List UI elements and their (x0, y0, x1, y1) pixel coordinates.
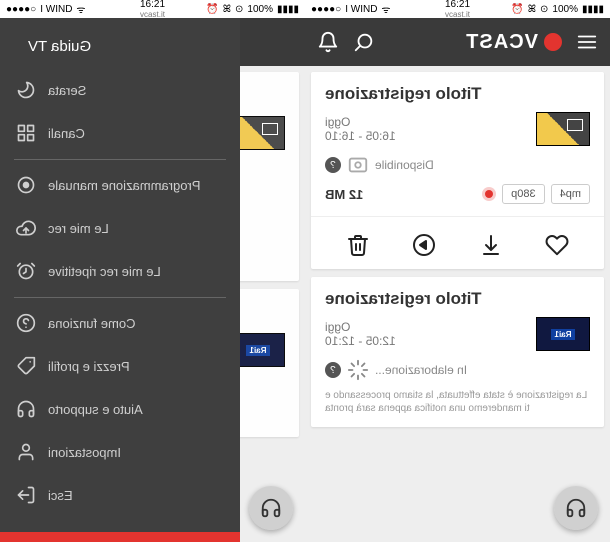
favorite-button[interactable] (545, 233, 569, 257)
drawer-item-come-funziona[interactable]: Come funziona (14, 302, 226, 345)
drawer-item-impostazioni[interactable]: Impostazioni (14, 431, 226, 474)
processing-message: La registrazione è stata effettuata, la … (325, 389, 590, 415)
recording-title: Titolo registrazione (325, 84, 590, 104)
drawer-item-serata[interactable]: Serata (14, 69, 226, 112)
drawer-item-canali[interactable]: Canali (14, 112, 226, 155)
nav-drawer: Guida TV Serata Canali Programmazione ma… (0, 18, 240, 542)
drawer-item-mie-rec[interactable]: Le mie rec (14, 207, 226, 250)
status-bar: ●●●●○I WINDᯤ 16:21vcast.it ⏰ꕤ⊙100%▮▮▮▮ (305, 0, 610, 18)
recording-title: Titolo registrazione (325, 289, 590, 309)
drawer-header[interactable]: Guida TV (14, 32, 226, 69)
quality-chip[interactable]: 380p (502, 184, 544, 204)
recording-card[interactable]: Titolo registrazione Oggi 16:05 - 16:10 … (311, 72, 604, 269)
channel-thumbnail (536, 112, 590, 146)
moon-icon (16, 80, 36, 100)
app-logo: VCAST (465, 31, 562, 54)
drawer-item-aiuto[interactable]: Aiuto e supporto (14, 388, 226, 431)
app-header: VCAST (305, 18, 610, 66)
logout-icon (16, 485, 36, 505)
search-icon[interactable] (353, 31, 375, 53)
file-size: 12 MB (325, 187, 363, 202)
tag-icon (16, 356, 36, 376)
live-chip[interactable] (482, 187, 496, 201)
drawer-item-rec-ripetitive[interactable]: Le mie rec ripetitive (14, 250, 226, 293)
status-bar: ●●●●○I WINDᯤ 16:21vcast.it ⏰ꕤ⊙100%▮▮▮▮ (0, 0, 305, 18)
help-icon[interactable]: ? (325, 157, 341, 173)
bell-icon[interactable] (317, 31, 339, 53)
grid-icon (16, 123, 36, 143)
format-chip[interactable]: mp4 (551, 184, 590, 204)
channel-thumbnail: Rai1 (536, 317, 590, 351)
recording-meta: Oggi 16:05 - 16:10 (325, 115, 396, 143)
clock-icon (16, 261, 36, 281)
headphones-icon (16, 399, 36, 419)
recording-card[interactable]: Titolo registrazione Rai1 Oggi 12:05 - 1… (311, 277, 604, 427)
support-fab[interactable] (249, 486, 293, 530)
record-icon (16, 175, 36, 195)
menu-icon[interactable] (576, 31, 598, 53)
recording-status: In elaborazione... ? (325, 359, 590, 381)
recording-status: Disponibile ? (325, 154, 590, 176)
play-button[interactable] (412, 233, 436, 257)
drawer-item-prog-manuale[interactable]: Programmazione manuale (14, 164, 226, 207)
loading-icon (347, 359, 369, 381)
delete-button[interactable] (346, 233, 370, 257)
download-button[interactable] (479, 233, 503, 257)
user-icon (16, 442, 36, 462)
drawer-item-prezzi[interactable]: Prezzi e profili (14, 345, 226, 388)
recording-meta: Oggi 12:05 - 12:10 (325, 320, 396, 348)
help-icon (16, 313, 36, 333)
cloud-icon (16, 218, 36, 238)
help-icon[interactable]: ? (325, 362, 341, 378)
drawer-footer-accent (0, 532, 240, 542)
support-fab[interactable] (554, 486, 598, 530)
drawer-item-esci[interactable]: Esci (14, 474, 226, 517)
disk-icon (347, 154, 369, 176)
